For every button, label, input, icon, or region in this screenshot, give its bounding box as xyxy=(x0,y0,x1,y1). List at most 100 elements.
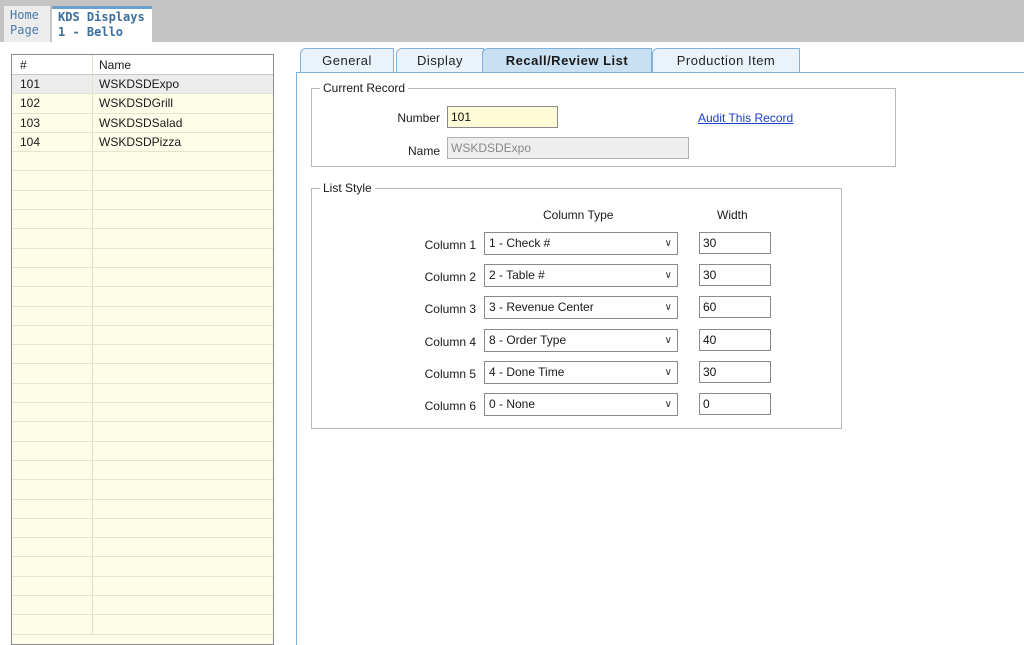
cell-number xyxy=(12,557,93,576)
table-row-empty[interactable] xyxy=(12,538,273,558)
column-4-type-select[interactable]: 8 - Order Type ∨ xyxy=(484,328,678,352)
table-row-empty[interactable] xyxy=(12,152,273,172)
tab-recall-review-list[interactable]: Recall/Review List xyxy=(482,48,652,73)
chevron-down-icon[interactable]: ∨ xyxy=(665,297,672,318)
column-4-width-field[interactable]: 40 xyxy=(699,328,771,351)
tab-kds-line2: 1 - Bello xyxy=(58,25,124,39)
cell-name xyxy=(93,596,273,614)
grid-header-number[interactable]: # xyxy=(12,55,93,74)
cell-name xyxy=(93,345,273,363)
table-row[interactable]: 102 WSKDSDGrill xyxy=(12,94,273,114)
column-4-label: Column 4 xyxy=(424,334,476,349)
table-row-empty[interactable] xyxy=(12,171,273,191)
cell-name xyxy=(93,615,273,633)
table-row-empty[interactable] xyxy=(12,248,273,268)
table-row-empty[interactable] xyxy=(12,267,273,288)
cell-name: WSKDSDGrill xyxy=(99,96,173,111)
cell-name xyxy=(93,307,273,325)
grid-header-name[interactable]: Name xyxy=(93,55,273,74)
cell-number xyxy=(12,518,93,538)
table-row-empty[interactable] xyxy=(12,596,273,616)
cell-number xyxy=(12,210,93,229)
column-2-type-select[interactable]: 2 - Table # ∨ xyxy=(484,264,678,288)
cell-name xyxy=(93,268,273,286)
cell-name: WSKDSDPizza xyxy=(99,134,182,149)
chevron-down-icon[interactable]: ∨ xyxy=(665,265,672,286)
cell-number xyxy=(12,267,93,287)
column-5-type-value: 4 - Done Time xyxy=(489,364,565,379)
table-row[interactable]: 103 WSKDSDSalad xyxy=(12,113,273,133)
table-row-empty[interactable] xyxy=(12,364,273,384)
column-1-width-field[interactable]: 30 xyxy=(699,232,771,254)
column-6-width-field[interactable]: 0 xyxy=(699,393,771,415)
cell-name xyxy=(93,557,273,575)
column-5-width-field[interactable]: 30 xyxy=(699,360,771,383)
column-6-type-value: 0 - None xyxy=(489,397,536,411)
cell-number xyxy=(12,229,93,248)
table-row-empty[interactable] xyxy=(12,229,273,249)
cell-name xyxy=(93,442,273,460)
cell-number: 103 xyxy=(12,113,93,132)
table-row-empty[interactable] xyxy=(12,403,273,423)
name-label: Name xyxy=(407,144,440,158)
column-6-type-select[interactable]: 0 - None ∨ xyxy=(484,393,678,416)
cell-name xyxy=(93,384,273,402)
cell-name xyxy=(93,326,273,344)
column-3-type-value: 3 - Revenue Center xyxy=(489,300,594,315)
column-5-type-select[interactable]: 4 - Done Time ∨ xyxy=(484,360,678,384)
table-row-empty[interactable] xyxy=(12,480,273,500)
cell-number xyxy=(12,576,93,596)
cell-name xyxy=(93,287,273,305)
table-row-empty[interactable] xyxy=(12,576,273,597)
table-row-empty[interactable] xyxy=(12,325,273,346)
table-row[interactable]: 101 WSKDSDExpo xyxy=(12,75,273,95)
column-1-type-select[interactable]: 1 - Check # ∨ xyxy=(484,232,678,255)
current-record-title: Current Record xyxy=(320,81,409,95)
cell-name: WSKDSDSalad xyxy=(99,115,183,130)
chevron-down-icon[interactable]: ∨ xyxy=(665,330,672,351)
table-row-empty[interactable] xyxy=(12,441,273,461)
cell-number xyxy=(12,596,93,615)
records-grid: # Name 101 WSKDSDExpo 102 WSKDSDGrill 103 WSK… xyxy=(11,54,274,645)
cell-name xyxy=(93,577,273,595)
column-2-label: Column 2 xyxy=(424,270,476,285)
table-row-empty[interactable] xyxy=(12,615,273,635)
table-row-empty[interactable] xyxy=(12,210,273,230)
audit-record-link[interactable]: Audit This Record xyxy=(698,111,793,125)
number-field[interactable]: 101 xyxy=(447,106,558,128)
table-row-empty[interactable] xyxy=(12,345,273,365)
cell-name xyxy=(93,480,273,498)
table-row-empty[interactable] xyxy=(12,422,273,442)
tab-display[interactable]: Display xyxy=(396,48,484,73)
chevron-down-icon[interactable]: ∨ xyxy=(665,233,672,254)
cell-number xyxy=(12,441,93,460)
tab-home-page[interactable]: Home Page xyxy=(4,6,50,42)
chevron-down-icon[interactable]: ∨ xyxy=(665,362,672,383)
table-row-empty[interactable] xyxy=(12,518,273,539)
cell-name xyxy=(93,171,273,189)
table-row-empty[interactable] xyxy=(12,557,273,577)
column-2-width-field[interactable]: 30 xyxy=(699,264,771,287)
table-row-empty[interactable] xyxy=(12,499,273,519)
table-row-empty[interactable] xyxy=(12,190,273,211)
width-header: Width xyxy=(717,208,748,222)
column-3-width-field[interactable]: 60 xyxy=(699,296,771,319)
column-3-type-select[interactable]: 3 - Revenue Center ∨ xyxy=(484,296,678,320)
cell-number xyxy=(12,152,93,171)
table-row-empty[interactable] xyxy=(12,460,273,481)
cell-number xyxy=(12,499,93,518)
column-1-label: Column 1 xyxy=(424,238,476,252)
cell-name xyxy=(93,500,273,518)
tab-general[interactable]: General xyxy=(300,48,394,73)
table-row-empty[interactable] xyxy=(12,383,273,404)
chevron-down-icon[interactable]: ∨ xyxy=(665,394,672,415)
cell-name xyxy=(93,403,273,421)
table-row-empty[interactable] xyxy=(12,306,273,326)
cell-number xyxy=(12,480,93,499)
cell-number xyxy=(12,248,93,267)
tab-production-item[interactable]: Production Item xyxy=(652,48,800,73)
cell-name xyxy=(93,191,273,209)
tab-kds-displays[interactable]: KDS Displays 1 - Bello xyxy=(52,6,152,42)
table-row[interactable]: 104 WSKDSDPizza xyxy=(12,132,273,153)
table-row-empty[interactable] xyxy=(12,287,273,307)
